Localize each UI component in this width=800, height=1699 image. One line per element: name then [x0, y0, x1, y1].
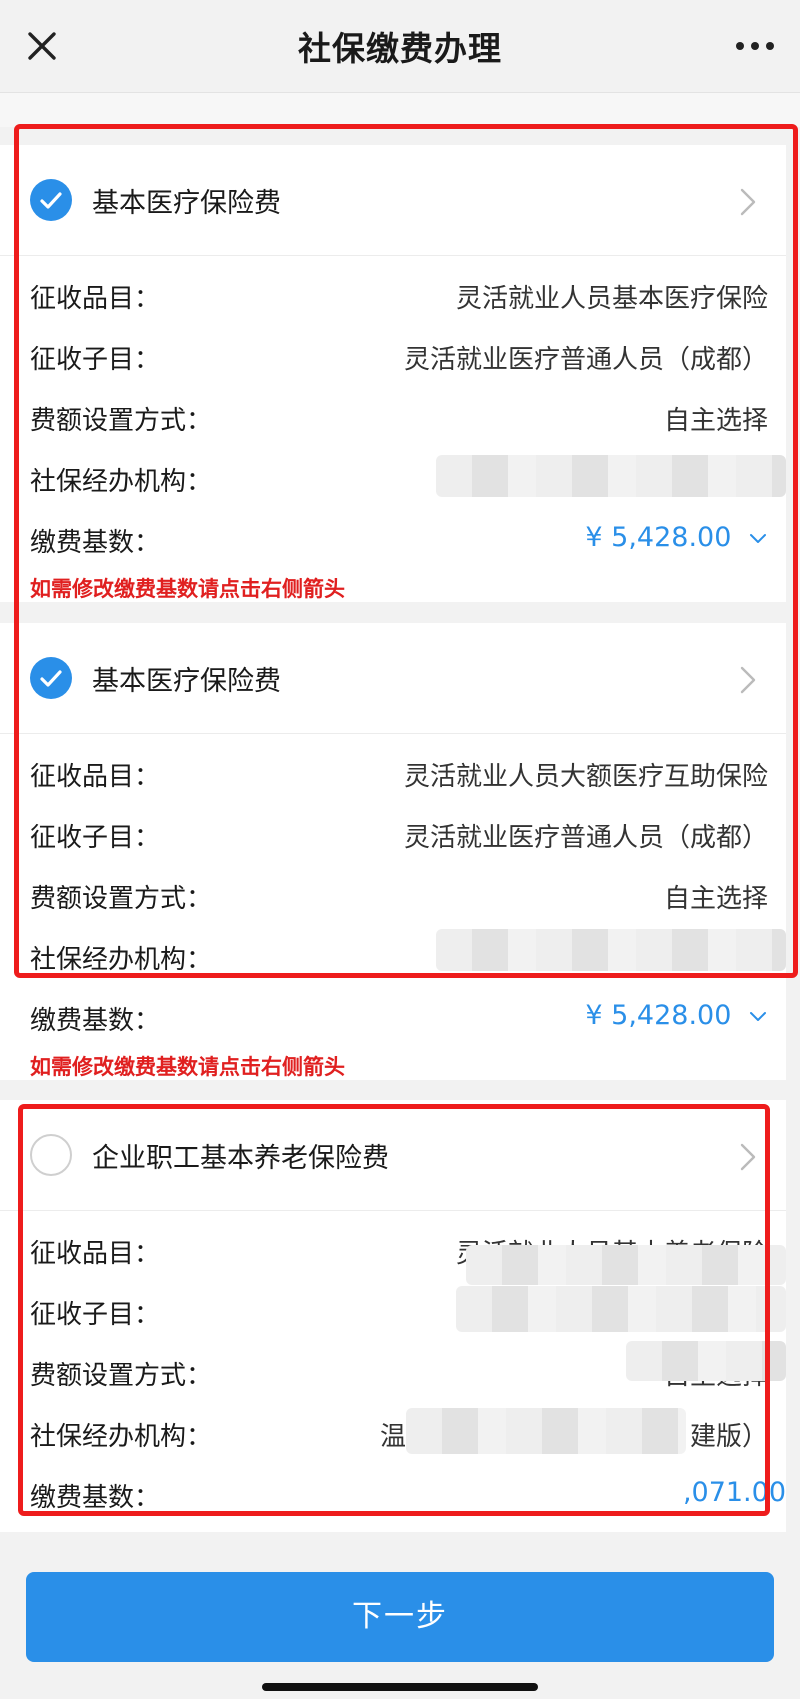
- field-row: 费额设置方式： 自主选择: [0, 1341, 786, 1402]
- field-label: 征收品目：: [30, 762, 161, 792]
- chevron-down-icon[interactable]: [748, 532, 768, 546]
- field-value-left: 温: [379, 1422, 406, 1452]
- field-label: 缴费基数：: [30, 1006, 161, 1036]
- field-label: 征收子目：: [30, 1300, 161, 1330]
- hint-row: 如需修改缴费基数请点击右侧箭头: [0, 1047, 786, 1087]
- checkmark-icon: [40, 670, 62, 687]
- payment-base-value[interactable]: ,071.00: [683, 1477, 786, 1508]
- chevron-right-icon[interactable]: [736, 1140, 760, 1174]
- card-title: 企业职工基本养老保险费: [92, 1143, 389, 1174]
- page-title: 社保缴费办理: [298, 29, 502, 68]
- field-label: 费额设置方式：: [30, 884, 213, 914]
- field-row: 社保经办机构：: [0, 925, 786, 986]
- field-label: 缴费基数：: [30, 1483, 161, 1513]
- field-label: 征收品目：: [30, 284, 161, 314]
- field-row: 社保经办机构：: [0, 447, 786, 508]
- field-value: 灵活就业人员基本医疗保险: [455, 284, 768, 314]
- field-row: 费额设置方式： 自主选择: [0, 386, 786, 447]
- field-label: 费额设置方式：: [30, 406, 213, 436]
- redacted-blur: [456, 1286, 786, 1332]
- fee-card-1: 基本医疗保险费 征收品目： 灵活就业人员基本医疗保险 征收子目： 灵活就业医疗普…: [0, 145, 786, 602]
- redacted-blur: [626, 1341, 786, 1381]
- hint-text: 如需修改缴费基数请点击右侧箭头: [30, 577, 345, 601]
- chevron-right-icon[interactable]: [736, 663, 760, 697]
- fee-card-2: 基本医疗保险费 征收品目： 灵活就业人员大额医疗互助保险 征收子目： 灵活就业医…: [0, 623, 786, 1080]
- field-row[interactable]: 缴费基数： ¥ 5,428.00: [0, 986, 786, 1047]
- field-row[interactable]: 缴费基数： ,071.00: [0, 1463, 786, 1524]
- card-header[interactable]: 基本医疗保险费: [0, 623, 786, 734]
- field-row: 征收品目： 灵活就业人员大额医疗互助保险: [0, 742, 786, 803]
- amount-text: ¥ 5,428.00: [585, 1000, 732, 1031]
- field-value: 自主选择: [663, 884, 768, 914]
- card-header[interactable]: 基本医疗保险费: [0, 145, 786, 256]
- fee-card-3: 企业职工基本养老保险费 征收品目： 灵活就业人员基本养老保险 征收子目： 费额设…: [0, 1100, 786, 1532]
- top-spacer: [0, 93, 800, 127]
- field-label: 征收子目：: [30, 345, 161, 375]
- home-indicator: [262, 1683, 538, 1691]
- field-value: 灵活就业医疗普通人员（成都）: [403, 345, 768, 375]
- field-row: 征收品目： 灵活就业人员基本养老保险: [0, 1219, 786, 1285]
- field-label: 费额设置方式：: [30, 1361, 213, 1391]
- card-title: 基本医疗保险费: [92, 666, 281, 697]
- payment-base-value[interactable]: ¥ 5,428.00: [585, 522, 768, 553]
- nav-bar: 社保缴费办理: [0, 0, 800, 93]
- redacted-blur: [436, 455, 786, 497]
- checkbox-checked[interactable]: [30, 657, 72, 699]
- field-row: 费额设置方式： 自主选择: [0, 864, 786, 925]
- hint-row: 如需修改缴费基数请点击右侧箭头: [0, 569, 786, 609]
- field-label: 社保经办机构：: [30, 1422, 213, 1452]
- field-row: 征收子目：: [0, 1280, 786, 1341]
- card-header[interactable]: 企业职工基本养老保险费: [0, 1100, 786, 1211]
- hint-text: 如需修改缴费基数请点击右侧箭头: [30, 1055, 345, 1079]
- field-label: 社保经办机构：: [30, 945, 213, 975]
- chevron-right-icon[interactable]: [736, 185, 760, 219]
- checkmark-icon: [40, 192, 62, 209]
- footer: 下一步: [0, 1532, 800, 1699]
- payment-base-value[interactable]: ¥ 5,428.00: [585, 1000, 768, 1031]
- field-row: 征收品目： 灵活就业人员基本医疗保险: [0, 264, 786, 325]
- more-icon[interactable]: [732, 26, 778, 66]
- next-step-button[interactable]: 下一步: [26, 1572, 774, 1662]
- amount-text: ¥ 5,428.00: [585, 522, 732, 553]
- field-label: 征收品目：: [30, 1239, 161, 1269]
- field-row[interactable]: 缴费基数： ¥ 5,428.00: [0, 508, 786, 569]
- field-row: 征收子目： 灵活就业医疗普通人员（成都）: [0, 803, 786, 864]
- redacted-blur: [436, 929, 786, 971]
- redacted-blur: [406, 1408, 686, 1454]
- chevron-down-icon[interactable]: [748, 1010, 768, 1024]
- field-label: 缴费基数：: [30, 528, 161, 558]
- checkbox-unchecked[interactable]: [30, 1134, 72, 1176]
- field-label: 征收子目：: [30, 823, 161, 853]
- field-value: 灵活就业医疗普通人员（成都）: [403, 823, 768, 853]
- field-label: 社保经办机构：: [30, 467, 213, 497]
- field-value: 自主选择: [663, 406, 768, 436]
- card-title: 基本医疗保险费: [92, 188, 281, 219]
- checkbox-checked[interactable]: [30, 179, 72, 221]
- field-row: 社保经办机构： 温 建版）: [0, 1402, 786, 1463]
- redacted-blur: [466, 1245, 786, 1285]
- field-value: 灵活就业人员大额医疗互助保险: [403, 762, 768, 792]
- field-value-right: 建版）: [689, 1422, 768, 1452]
- field-row: 征收子目： 灵活就业医疗普通人员（成都）: [0, 325, 786, 386]
